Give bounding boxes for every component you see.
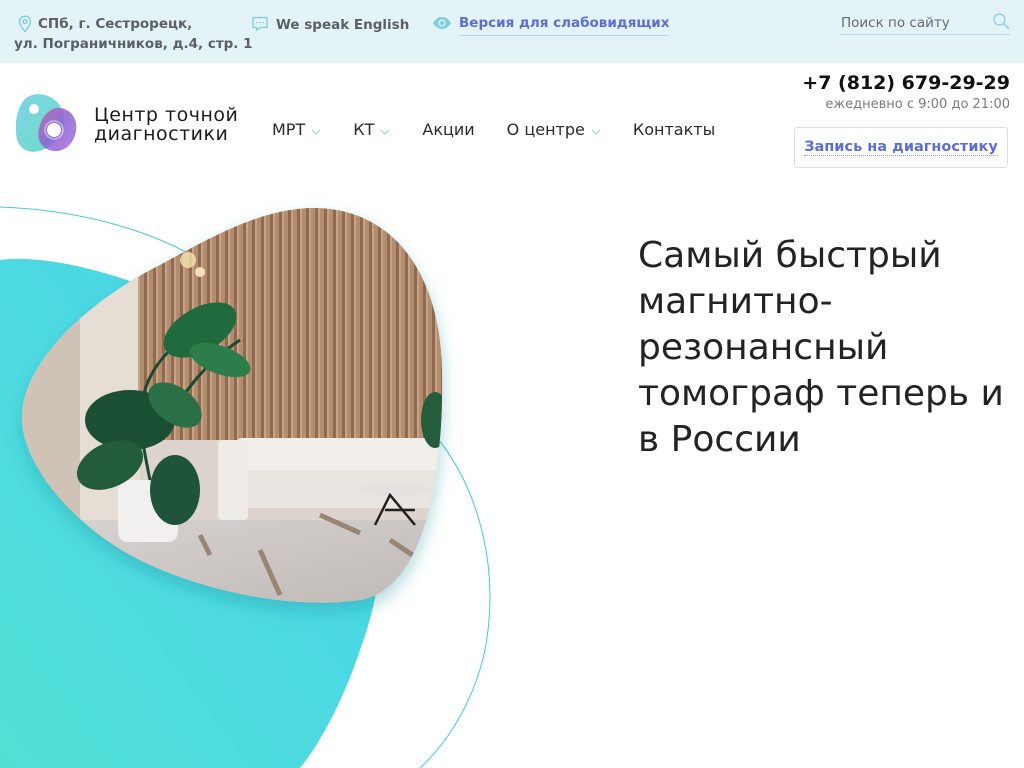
chevron-down-icon [311, 120, 321, 140]
eye-icon [432, 16, 452, 34]
english-label: We speak English [276, 17, 410, 33]
top-bar: СПб, г. Сестрорецк, ул. Пограничников, д… [0, 0, 1024, 63]
book-diagnostics-label: Запись на диагностику [804, 139, 998, 156]
nav-item-label: Акции [422, 120, 475, 139]
address: СПб, г. Сестрорецк, ул. Пограничников, д… [14, 14, 253, 54]
chevron-down-icon [380, 120, 390, 140]
low-vision-label: Версия для слабовидящих [459, 13, 670, 36]
hero-title: Самый быстрый магнитно-резонансный томог… [638, 235, 1004, 460]
nav-item-label: МРТ [272, 120, 306, 139]
logo[interactable]: Центр точной диагностики [14, 92, 238, 158]
search-input[interactable] [840, 12, 981, 34]
nav-item-mrt[interactable]: МРТ [272, 120, 321, 140]
nav-item-kt[interactable]: КТ [353, 120, 390, 140]
hero-graphic [0, 206, 491, 768]
phone-number[interactable]: +7 (812) 679-29-29 [802, 72, 1010, 94]
english-link[interactable]: We speak English [251, 15, 409, 37]
contact-block: +7 (812) 679-29-29 ежедневно с 9:00 до 2… [802, 72, 1010, 112]
working-hours: ежедневно с 9:00 до 21:00 [825, 97, 1010, 112]
address-line-2: ул. Пограничников, д.4, стр. 1 [14, 36, 253, 52]
address-line-1: СПб, г. Сестрорецк, [38, 16, 193, 32]
decorative-line-top [0, 206, 201, 261]
search-field [840, 12, 1010, 35]
book-diagnostics-button[interactable]: Запись на диагностику [794, 127, 1008, 168]
low-vision-link[interactable]: Версия для слабовидящих [432, 13, 670, 36]
nav-item-about[interactable]: О центре [507, 120, 601, 140]
chevron-down-icon [591, 120, 601, 140]
logo-text: Центр точной диагностики [94, 106, 238, 144]
nav-item-label: О центре [506, 120, 585, 139]
logo-line-2: диагностики [94, 123, 229, 145]
nav-item-contacts[interactable]: Контакты [633, 120, 715, 140]
map-pin-icon [18, 15, 32, 39]
nav-item-label: Контакты [632, 120, 716, 139]
nav-item-promotions[interactable]: Акции [422, 120, 474, 140]
main-nav: МРТ КТ Акции О центре Контакты [272, 120, 747, 140]
search-icon[interactable] [992, 12, 1010, 34]
nav-item-label: КТ [353, 120, 375, 139]
logo-mark-icon [14, 92, 82, 158]
chat-bubble-icon [251, 15, 269, 37]
